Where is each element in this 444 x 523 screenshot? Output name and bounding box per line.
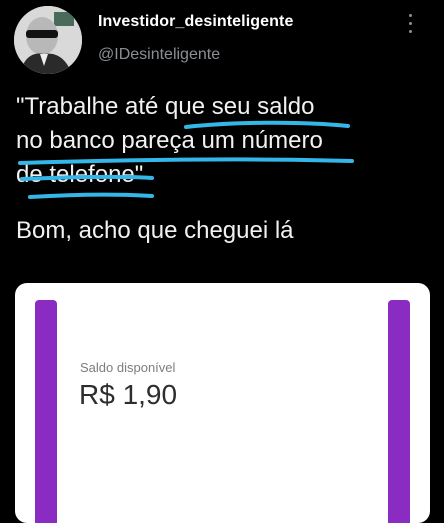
- balance-label: Saldo disponível: [80, 360, 176, 375]
- tweet: Investidor_desinteligente @IDesinteligen…: [0, 0, 444, 523]
- more-vertical-icon[interactable]: [408, 14, 414, 36]
- balance-value: R$ 1,90: [79, 379, 178, 410]
- tweet-text-line: de telefone": [16, 161, 144, 188]
- display-name[interactable]: Investidor_desinteligente: [98, 13, 293, 31]
- balance-card[interactable]: Saldo disponível R$ 1,90: [15, 283, 430, 523]
- tweet-reply-line: Bom, acho que cheguei lá: [16, 217, 294, 244]
- user-handle[interactable]: @IDesinteligente: [98, 46, 220, 64]
- card-accent-right: [388, 300, 410, 523]
- card-accent-left: [35, 300, 57, 523]
- avatar[interactable]: [14, 6, 82, 74]
- tweet-text-line: "Trabalhe até que seu saldo: [16, 93, 315, 120]
- avatar-image: [14, 6, 82, 74]
- tweet-text-line: no banco pareça um número: [16, 127, 323, 154]
- tweet-text: "Trabalhe até que seu saldo no banco par…: [16, 90, 436, 248]
